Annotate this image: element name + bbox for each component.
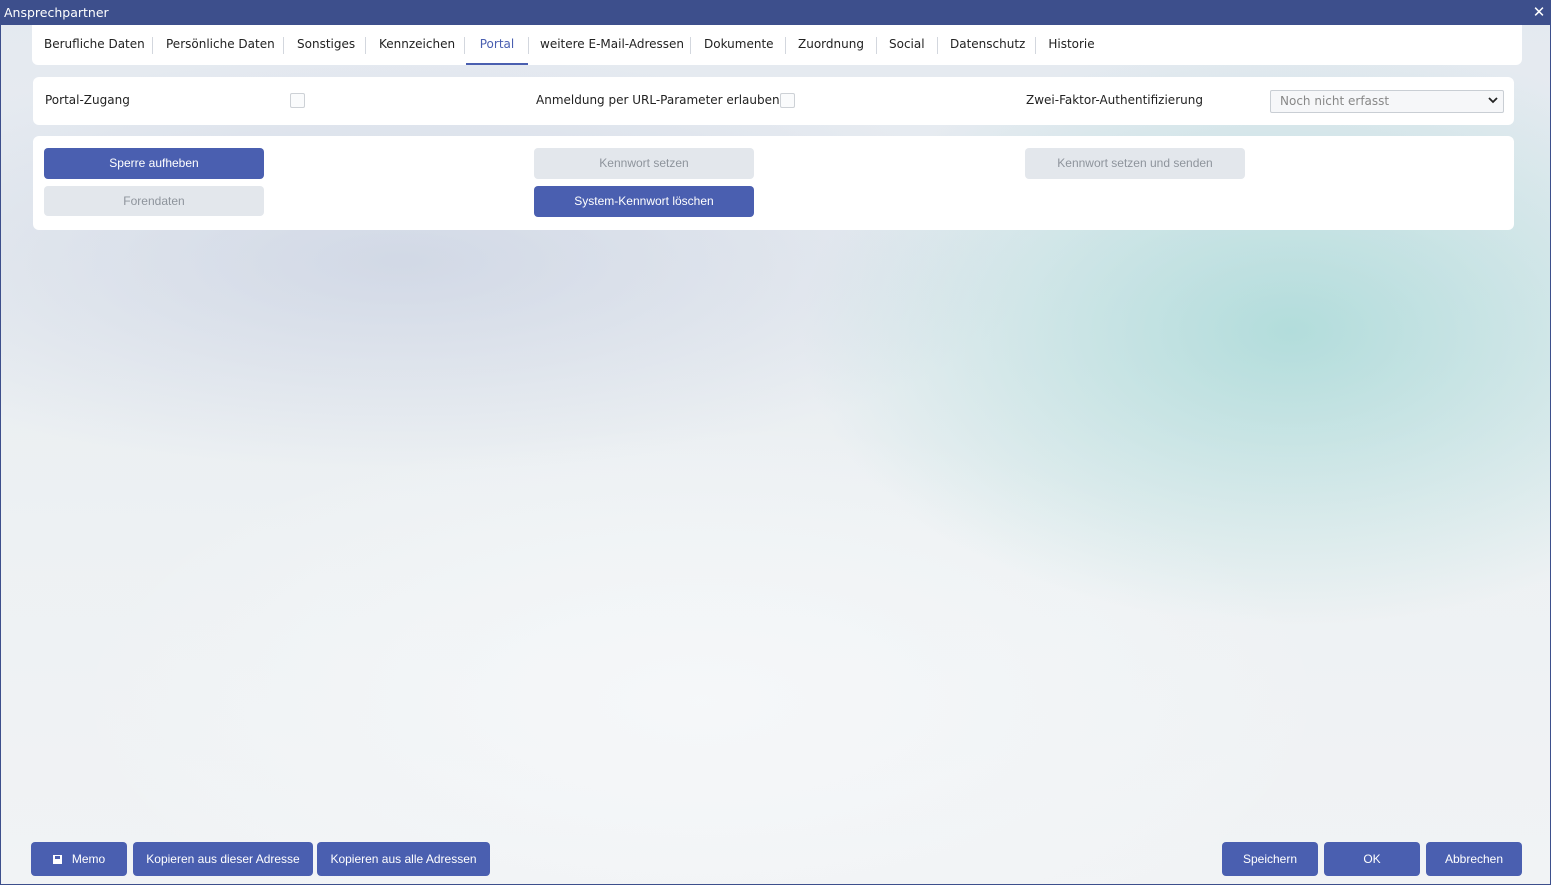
window-title: Ansprechpartner — [4, 5, 109, 20]
memo-button[interactable]: Memo — [31, 842, 127, 876]
copy-from-this-address-button[interactable]: Kopieren aus dieser Adresse — [133, 842, 313, 876]
tab-social[interactable]: Social — [889, 25, 925, 63]
tab-separator — [785, 37, 786, 54]
two-factor-select-value: Noch nicht erfasst — [1280, 94, 1390, 108]
tab-datenschutz[interactable]: Datenschutz — [950, 25, 1025, 63]
tab-sonstiges[interactable]: Sonstiges — [297, 25, 355, 63]
cancel-button[interactable]: Abbrechen — [1426, 842, 1522, 876]
portal-actions-panel: Sperre aufheben Forendaten Kennwort setz… — [33, 136, 1514, 230]
tab-separator — [690, 37, 691, 54]
url-login-label: Anmeldung per URL-Parameter erlauben — [536, 93, 780, 107]
save-disk-icon — [52, 855, 62, 864]
tab-separator — [365, 37, 366, 54]
tab-separator — [528, 37, 529, 54]
chevron-down-icon — [1488, 97, 1498, 104]
ok-button[interactable]: OK — [1324, 842, 1420, 876]
portal-access-label: Portal-Zugang — [45, 93, 130, 107]
memo-label: Memo — [71, 852, 106, 866]
url-login-checkbox[interactable] — [780, 93, 795, 108]
tab-historie[interactable]: Historie — [1048, 25, 1095, 63]
tab-separator — [283, 37, 284, 54]
delete-system-password-button[interactable]: System-Kennwort löschen — [534, 186, 754, 217]
tab-separator — [152, 37, 153, 54]
two-factor-select[interactable]: Noch nicht erfasst — [1270, 90, 1504, 113]
dialog-window: Ansprechpartner ✕ Berufliche Daten Persö… — [0, 0, 1551, 885]
tab-zuordnung[interactable]: Zuordnung — [798, 25, 864, 63]
tab-weitere-email-adressen[interactable]: weitere E-Mail-Adressen — [540, 25, 684, 63]
two-factor-label: Zwei-Faktor-Authentifizierung — [1026, 93, 1203, 107]
unlock-button[interactable]: Sperre aufheben — [44, 148, 264, 179]
tab-portal[interactable]: Portal — [466, 25, 528, 65]
save-button[interactable]: Speichern — [1222, 842, 1318, 876]
close-icon[interactable]: ✕ — [1531, 3, 1547, 21]
set-password-button[interactable]: Kennwort setzen — [534, 148, 754, 179]
tab-bar: Berufliche Daten Persönliche Daten Sonst… — [32, 25, 1522, 65]
tab-separator — [464, 37, 465, 54]
tab-separator — [1035, 37, 1036, 54]
portal-settings-panel: Portal-Zugang Anmeldung per URL-Paramete… — [33, 77, 1514, 125]
portal-access-checkbox[interactable] — [290, 93, 305, 108]
tab-dokumente[interactable]: Dokumente — [704, 25, 774, 63]
title-bar: Ansprechpartner ✕ — [1, 1, 1550, 25]
tab-separator — [937, 37, 938, 54]
tab-berufliche-daten[interactable]: Berufliche Daten — [44, 25, 145, 63]
tab-persoenliche-daten[interactable]: Persönliche Daten — [166, 25, 275, 63]
tab-separator — [876, 37, 877, 54]
tab-kennzeichen[interactable]: Kennzeichen — [379, 25, 455, 63]
set-and-send-password-button[interactable]: Kennwort setzen und senden — [1025, 148, 1245, 179]
forum-data-button[interactable]: Forendaten — [44, 186, 264, 216]
copy-from-all-addresses-button[interactable]: Kopieren aus alle Adressen — [317, 842, 490, 876]
